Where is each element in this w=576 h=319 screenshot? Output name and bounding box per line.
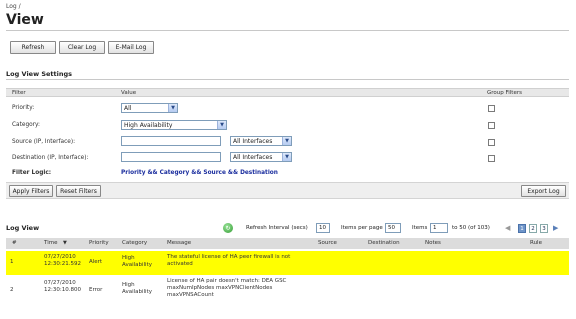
items-per-page-value: 50 xyxy=(388,225,395,231)
row-message-line1: The stateful license of HA peer firewall… xyxy=(167,254,291,260)
items-range-text: to 50 (of 103) xyxy=(452,225,490,231)
row-num: 2 xyxy=(10,287,14,293)
refresh-interval-label: Refresh Interval (secs) xyxy=(246,225,308,231)
destination-label: Destination (IP, Interface): xyxy=(12,155,89,161)
row-date: 07/27/2010 xyxy=(44,280,76,286)
export-log-button[interactable]: Export Log xyxy=(521,185,566,197)
row-message-line1: License of HA pair doesn't match: DEA GS… xyxy=(167,278,287,284)
destination-interface-select[interactable]: All Interfaces ▼ xyxy=(230,152,292,162)
chevron-down-icon: ▼ xyxy=(282,137,291,145)
category-select[interactable]: High Availability ▼ xyxy=(121,120,227,130)
row-message-line2: activated xyxy=(167,261,193,267)
divider xyxy=(6,30,569,31)
page-1-button[interactable]: 1 xyxy=(518,224,526,233)
items-per-page-label: Items per page xyxy=(341,225,383,231)
divider xyxy=(6,79,569,80)
column-destination[interactable]: Destination xyxy=(368,240,400,246)
priority-select[interactable]: All ▼ xyxy=(121,103,178,113)
table-row[interactable]: 2 07/27/2010 12:30:10.800 Error High Ava… xyxy=(6,276,569,306)
row-priority: Alert xyxy=(89,259,103,265)
items-label: Items xyxy=(412,225,428,231)
column-notes[interactable]: Notes xyxy=(425,240,441,246)
reset-filters-button[interactable]: Reset Filters xyxy=(56,185,101,197)
priority-value: All xyxy=(124,104,132,112)
items-per-page-input[interactable]: 50 xyxy=(385,223,401,233)
items-start-input[interactable]: 1 xyxy=(430,223,448,233)
row-message-line3: maxVPNSACount xyxy=(167,292,214,298)
column-message[interactable]: Message xyxy=(167,240,191,246)
log-view-title: Log View xyxy=(6,224,40,232)
email-log-button[interactable]: E-Mail Log xyxy=(108,41,154,54)
column-time[interactable]: Time xyxy=(44,240,57,246)
destination-group-checkbox[interactable] xyxy=(488,155,495,162)
category-value: High Availability xyxy=(124,121,173,129)
destination-ip-input[interactable] xyxy=(121,152,221,162)
priority-group-checkbox[interactable] xyxy=(488,105,495,112)
settings-header: Filter Value Group Filters xyxy=(6,88,569,97)
category-group-checkbox[interactable] xyxy=(488,122,495,129)
previous-page-icon[interactable]: ◀ xyxy=(505,224,510,232)
page-2-button[interactable]: 2 xyxy=(529,224,537,233)
sort-down-icon[interactable]: ▼ xyxy=(63,240,67,246)
priority-label: Priority: xyxy=(12,105,35,111)
filter-logic-label: Filter Logic: xyxy=(12,170,52,176)
source-interface-value: All Interfaces xyxy=(233,137,273,145)
column-category[interactable]: Category xyxy=(122,240,147,246)
clear-log-button[interactable]: Clear Log xyxy=(59,41,105,54)
row-category-line2: Availability xyxy=(122,289,152,295)
row-message-line2: maxNumIpNodes maxVPNClientNodes xyxy=(167,285,273,291)
row-priority: Error xyxy=(89,287,103,293)
row-date: 07/27/2010 xyxy=(44,254,76,260)
column-source[interactable]: Source xyxy=(318,240,337,246)
log-table-header: # Time ▼ Priority Category Message Sourc… xyxy=(6,238,569,249)
filter-header: Filter xyxy=(12,90,26,96)
chevron-down-icon: ▼ xyxy=(217,121,226,129)
refresh-button[interactable]: Refresh xyxy=(10,41,56,54)
value-header: Value xyxy=(121,90,137,96)
items-start-value: 1 xyxy=(433,225,437,231)
column-rule[interactable]: Rule xyxy=(530,240,542,246)
refresh-icon[interactable]: ↻ xyxy=(223,223,233,233)
refresh-interval-input[interactable]: 10 xyxy=(316,223,330,233)
page-title: View xyxy=(6,12,44,28)
row-category-line1: High xyxy=(122,255,135,261)
column-num[interactable]: # xyxy=(12,240,17,246)
row-num: 1 xyxy=(10,259,14,265)
row-time: 12:30:21.592 xyxy=(44,261,81,267)
source-label: Source (IP, Interface): xyxy=(12,139,76,145)
chevron-down-icon: ▼ xyxy=(282,153,291,161)
log-view-settings-title: Log View Settings xyxy=(6,70,73,78)
source-interface-select[interactable]: All Interfaces ▼ xyxy=(230,136,292,146)
page-3-button[interactable]: 3 xyxy=(540,224,548,233)
destination-interface-value: All Interfaces xyxy=(233,153,273,161)
table-row[interactable]: 1 07/27/2010 12:30:21.592 Alert High Ava… xyxy=(6,251,569,275)
breadcrumb[interactable]: Log / xyxy=(6,3,21,10)
next-page-icon[interactable]: ▶ xyxy=(553,224,558,232)
category-label: Category: xyxy=(12,122,41,128)
source-group-checkbox[interactable] xyxy=(488,139,495,146)
column-priority[interactable]: Priority xyxy=(89,240,109,246)
row-category-line1: High xyxy=(122,282,135,288)
row-time: 12:30:10.800 xyxy=(44,287,81,293)
group-filters-header: Group Filters xyxy=(487,90,522,96)
source-ip-input[interactable] xyxy=(121,136,221,146)
chevron-down-icon: ▼ xyxy=(168,104,177,112)
refresh-interval-value: 10 xyxy=(319,225,326,231)
filter-logic-value: Priority && Category && Source && Destin… xyxy=(121,170,278,176)
row-category-line2: Availability xyxy=(122,262,152,268)
apply-filters-button[interactable]: Apply Filters xyxy=(9,185,53,197)
